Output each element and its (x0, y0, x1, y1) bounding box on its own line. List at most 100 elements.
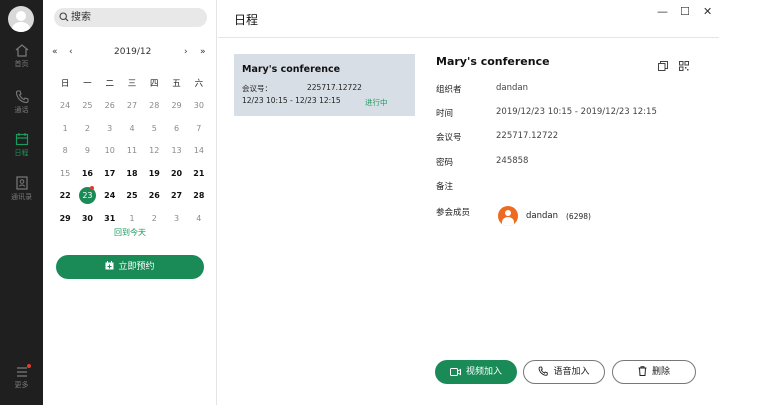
month-label: 2019/12 (114, 47, 152, 57)
calendar-day[interactable]: 16 (76, 169, 98, 178)
title-bar: 日程 — ☐ ✕ (218, 0, 719, 38)
rail-label-more: 更多 (14, 381, 29, 389)
calendar-week: 24 25 26 27 28 29 30 (54, 95, 210, 118)
calendar-day[interactable]: 4 (121, 124, 143, 133)
calendar-day[interactable]: 19 (143, 169, 165, 178)
member-avatar (498, 206, 518, 226)
calendar-day[interactable]: 29 (54, 214, 76, 223)
video-join-button[interactable]: 视频加入 (435, 360, 517, 384)
phone-icon (15, 90, 29, 103)
qr-code-icon[interactable] (679, 56, 690, 75)
calendar-day[interactable]: 30 (188, 101, 210, 110)
rail-item-calls[interactable]: 通话 (0, 90, 43, 115)
calendar-grid: 日 一 二 三 四 五 六 24 25 26 27 28 29 30 1 2 3… (54, 72, 210, 230)
maximize-icon[interactable]: ☐ (680, 5, 690, 18)
page-title: 日程 (234, 13, 259, 27)
calendar-day[interactable]: 6 (165, 124, 187, 133)
calendar-day[interactable]: 29 (165, 101, 187, 110)
member-id: (6298) (566, 212, 591, 221)
meeting-card[interactable]: Mary's conference 会议号： 225717.12722 12/2… (234, 54, 415, 116)
calendar-day[interactable]: 9 (76, 146, 98, 155)
calendar-day[interactable]: 7 (188, 124, 210, 133)
nav-rail: 首页 通话 日程 通讯录 更多 (0, 0, 43, 405)
prev-month-icon[interactable]: ‹ (69, 47, 73, 57)
calendar-day[interactable]: 21 (188, 169, 210, 178)
calendar-day[interactable]: 5 (143, 124, 165, 133)
calendar-plus-icon (105, 261, 114, 270)
calendar-day[interactable]: 11 (121, 146, 143, 155)
calendar-day[interactable]: 14 (188, 146, 210, 155)
detail-title: Mary's conference (436, 55, 550, 68)
rail-item-more[interactable]: 更多 (0, 364, 43, 390)
calendar-day[interactable]: 2 (76, 124, 98, 133)
calendar-week: 1 2 3 4 5 6 7 (54, 117, 210, 140)
calendar-day[interactable]: 28 (188, 191, 210, 200)
book-now-button[interactable]: 立即预约 (56, 255, 204, 279)
weekday-label: 五 (172, 79, 181, 90)
rail-item-contacts[interactable]: 通讯录 (0, 176, 43, 202)
rail-item-schedule[interactable]: 日程 (0, 132, 43, 158)
contacts-icon (15, 176, 28, 190)
members-label: 参会成员 (436, 208, 471, 218)
weekday-header: 日 一 二 三 四 五 六 (54, 72, 210, 95)
next-month-icon[interactable]: › (184, 47, 188, 57)
calendar-day[interactable]: 22 (54, 191, 76, 200)
calendar-day[interactable]: 1 (54, 124, 76, 133)
calendar-day[interactable]: 2 (143, 214, 165, 223)
calendar-day[interactable]: 18 (121, 169, 143, 178)
calendar-day[interactable]: 27 (165, 191, 187, 200)
weekday-label: 三 (127, 79, 137, 90)
voice-join-label: 语音加入 (553, 367, 590, 377)
user-avatar[interactable] (8, 6, 34, 32)
organizer-value: dandan (496, 83, 528, 93)
meeting-id-value: 225717.12722 (496, 131, 559, 141)
calendar-day[interactable]: 13 (165, 146, 187, 155)
member-name: dandan (526, 211, 558, 221)
weekday-label: 六 (194, 79, 204, 90)
calendar-day[interactable]: 28 (143, 101, 165, 110)
calendar-day[interactable]: 30 (76, 214, 98, 223)
password-value: 245858 (496, 156, 529, 166)
weekday-label: 四 (150, 79, 159, 90)
weekday-label: 二 (105, 79, 114, 90)
voice-join-button[interactable]: 语音加入 (523, 360, 605, 384)
minimize-icon[interactable]: — (657, 5, 668, 18)
calendar-day[interactable]: 26 (99, 101, 121, 110)
calendar-day[interactable]: 15 (54, 169, 76, 178)
calendar-day[interactable]: 17 (99, 169, 121, 178)
calendar-day[interactable]: 24 (54, 101, 76, 110)
calendar-day[interactable]: 25 (76, 101, 98, 110)
search-input[interactable]: 搜索 (54, 8, 207, 27)
calendar-day[interactable]: 27 (121, 101, 143, 110)
delete-button[interactable]: 删除 (612, 360, 696, 384)
meeting-card-id: 225717.12722 (307, 83, 362, 92)
calendar-day[interactable]: 1 (121, 214, 143, 223)
weekday-label: 一 (83, 79, 92, 90)
calendar-day[interactable]: 25 (121, 191, 143, 200)
calendar-day[interactable]: 4 (188, 214, 210, 223)
next-year-icon[interactable]: » (200, 47, 206, 57)
calendar-day[interactable]: 8 (54, 146, 76, 155)
video-camera-icon (449, 368, 461, 376)
calendar-week: 15 16 17 18 19 20 21 (54, 162, 210, 185)
back-to-today-link[interactable]: 回到今天 (43, 227, 217, 238)
calendar-day[interactable]: 3 (165, 214, 187, 223)
book-now-label: 立即预约 (118, 262, 155, 272)
close-icon[interactable]: ✕ (703, 5, 712, 18)
time-label: 时间 (436, 109, 454, 119)
copy-icon[interactable] (658, 56, 668, 75)
rail-item-home[interactable]: 首页 (0, 44, 43, 69)
calendar-day[interactable]: 3 (99, 124, 121, 133)
password-label: 密码 (436, 158, 454, 168)
calendar-day[interactable]: 31 (99, 214, 121, 223)
prev-year-icon[interactable]: « (52, 47, 58, 57)
home-icon (15, 44, 28, 57)
calendar-day[interactable]: 20 (165, 169, 187, 178)
calendar-day[interactable]: 24 (99, 191, 121, 200)
calendar-day[interactable]: 26 (143, 191, 165, 200)
calendar-day[interactable]: 10 (99, 146, 121, 155)
calendar-day[interactable]: 12 (143, 146, 165, 155)
calendar-day-today[interactable]: 23 (76, 186, 98, 205)
rail-label-schedule: 日程 (14, 149, 29, 157)
menu-icon (16, 367, 27, 377)
